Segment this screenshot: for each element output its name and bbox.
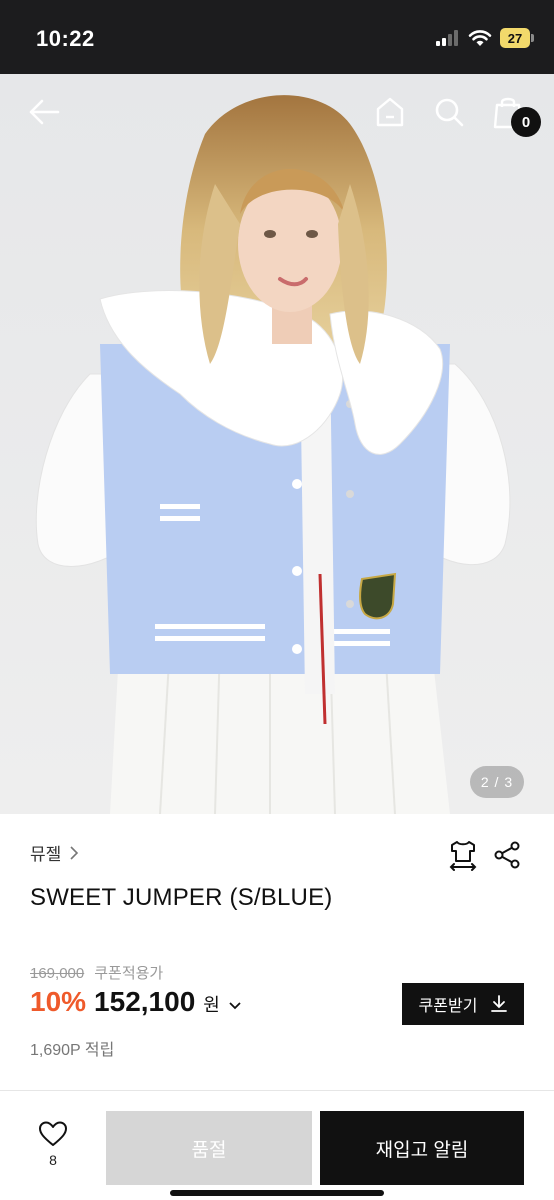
product-title: SWEET JUMPER (S/BLUE) (30, 884, 333, 911)
wifi-icon (468, 30, 492, 46)
soldout-button[interactable]: 품절 (106, 1111, 312, 1185)
like-button[interactable]: 8 (20, 1120, 86, 1184)
image-counter: 2 / 3 (470, 766, 524, 798)
home-button[interactable] (370, 92, 410, 132)
brand-name: 뮤젤 (30, 845, 62, 864)
product-image[interactable] (0, 74, 554, 814)
home-indicator (170, 1190, 384, 1196)
sale-price-row[interactable]: 10% 152,100 원 (30, 986, 242, 1018)
brand-link[interactable]: 뮤젤 (30, 840, 79, 865)
discount-rate: 10% (30, 986, 87, 1017)
size-guide-icon (449, 841, 477, 871)
coupon-price-note: 쿠폰적용가 (94, 965, 164, 982)
status-time: 10:22 (36, 26, 95, 51)
sale-price: 152,100 (94, 986, 196, 1017)
original-price: 169,000 (30, 965, 85, 982)
size-guide-button[interactable] (446, 838, 480, 872)
status-icons: 27 (436, 28, 534, 48)
battery-level: 27 (500, 28, 530, 48)
reward-points: 1,690P 적립 (30, 1042, 115, 1059)
search-icon (435, 98, 464, 127)
download-coupon-button[interactable]: 쿠폰받기 (402, 983, 524, 1025)
search-button[interactable] (429, 92, 469, 132)
restock-alert-button[interactable]: 재입고 알림 (320, 1111, 524, 1185)
bottom-divider (0, 1090, 554, 1091)
coupon-button-label: 쿠폰받기 (418, 998, 478, 1015)
arrow-left-icon (29, 99, 60, 125)
currency-label: 원 (203, 995, 220, 1015)
top-navigation (0, 74, 554, 148)
home-icon (376, 97, 404, 127)
heart-icon (39, 1121, 67, 1146)
cart-count-badge: 0 (511, 107, 541, 137)
like-count: 8 (49, 1152, 57, 1168)
share-button[interactable] (490, 838, 524, 872)
chevron-right-icon (70, 845, 79, 860)
battery-icon: 27 (500, 28, 534, 48)
status-bar: 10:22 27 (0, 0, 554, 74)
signal-icon (436, 30, 458, 46)
original-price-row: 169,000 쿠폰적용가 (30, 962, 163, 983)
chevron-down-icon (229, 1002, 241, 1010)
download-icon (491, 995, 508, 1012)
share-icon (494, 841, 520, 869)
back-button[interactable] (24, 92, 64, 132)
